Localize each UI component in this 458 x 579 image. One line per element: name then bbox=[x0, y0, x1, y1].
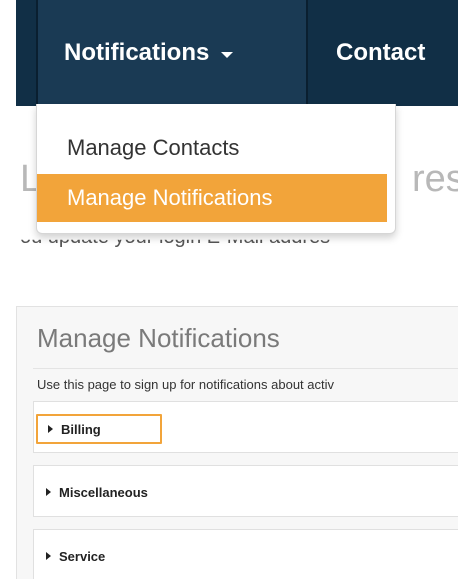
navbar: Notifications Contact bbox=[16, 0, 458, 106]
caret-down-icon bbox=[221, 51, 234, 58]
nav-item-notifications-label: Notifications bbox=[64, 39, 210, 66]
title-divider bbox=[33, 368, 458, 369]
section-miscellaneous: Miscellaneous bbox=[33, 465, 458, 517]
section-billing: Billing bbox=[33, 401, 458, 453]
triangle-right-icon bbox=[46, 552, 51, 560]
menu-item-label: Manage Notifications bbox=[67, 185, 273, 210]
menu-item-manage-contacts[interactable]: Manage Contacts bbox=[37, 124, 395, 172]
page-description: Use this page to sign up for notificatio… bbox=[37, 377, 335, 392]
nav-item-contact[interactable]: Contact bbox=[336, 0, 425, 106]
section-label: Billing bbox=[61, 421, 101, 437]
section-label: Service bbox=[59, 548, 106, 564]
page-title: Manage Notifications bbox=[37, 323, 280, 353]
section-service-toggle[interactable]: Service bbox=[36, 544, 119, 568]
background-page-heading-tail: res bbox=[412, 158, 458, 200]
section-label: Miscellaneous bbox=[59, 484, 148, 500]
section-billing-toggle[interactable]: Billing bbox=[36, 414, 162, 444]
nav-item-notifications[interactable]: Notifications bbox=[38, 0, 306, 106]
section-miscellaneous-toggle[interactable]: Miscellaneous bbox=[36, 480, 162, 504]
menu-item-label: Manage Contacts bbox=[67, 135, 240, 160]
notifications-dropdown-menu: Manage Contacts Manage Notifications bbox=[36, 104, 396, 234]
triangle-right-icon bbox=[46, 488, 51, 496]
menu-item-manage-notifications[interactable]: Manage Notifications bbox=[37, 174, 387, 222]
navigation-crop: Notifications Contact L res ou update yo… bbox=[16, 0, 458, 270]
nav-item-contact-label: Contact bbox=[336, 39, 426, 66]
triangle-right-icon bbox=[48, 425, 53, 433]
section-service: Service bbox=[33, 529, 458, 579]
screenshot-canvas: Notifications Contact L res ou update yo… bbox=[0, 0, 458, 579]
manage-notifications-crop: Manage Notifications Use this page to si… bbox=[16, 306, 458, 579]
nav-divider bbox=[306, 0, 308, 106]
